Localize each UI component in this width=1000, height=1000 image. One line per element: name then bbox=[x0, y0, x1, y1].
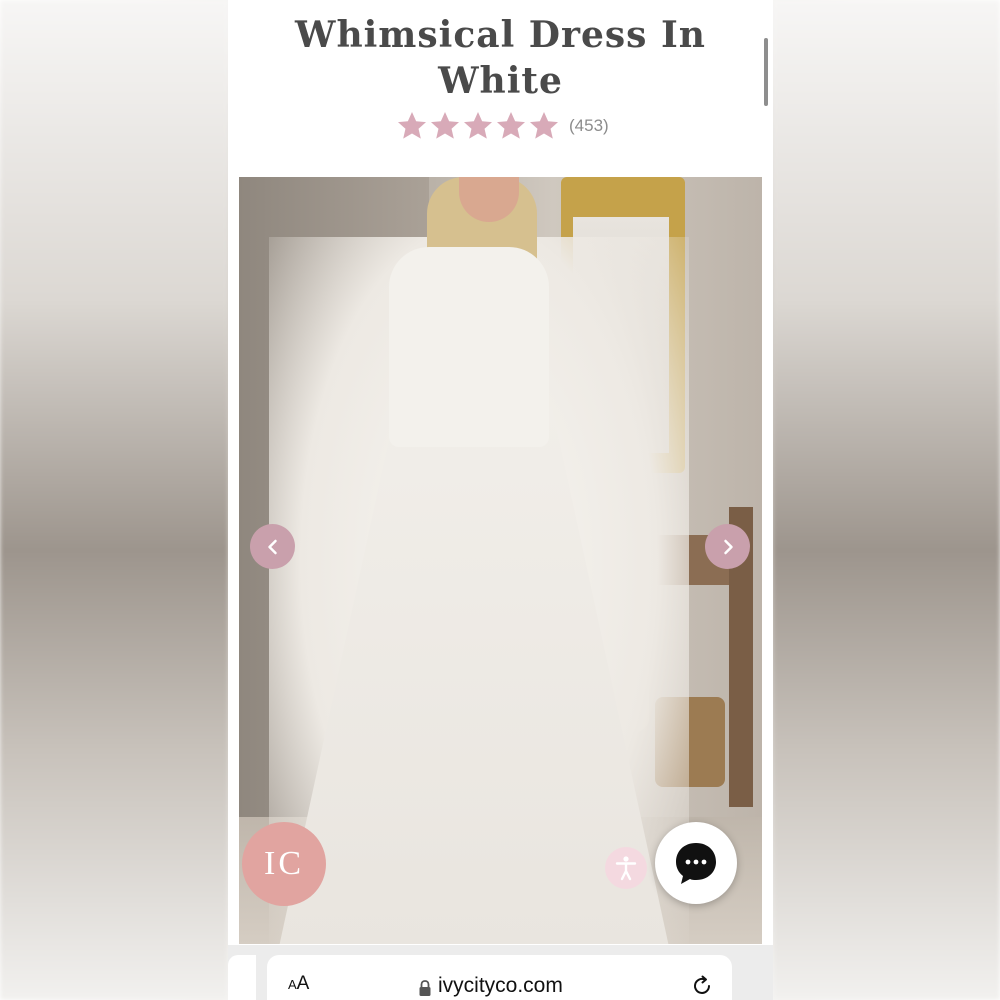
background-blur-left bbox=[0, 0, 228, 1000]
gallery-next-button[interactable] bbox=[705, 524, 750, 569]
reader-text-size-button[interactable]: AA bbox=[288, 973, 309, 995]
product-title-line2: White bbox=[438, 60, 563, 102]
product-rating[interactable]: (453) bbox=[396, 108, 609, 144]
chevron-left-icon bbox=[267, 539, 277, 554]
reload-icon[interactable] bbox=[690, 974, 714, 998]
review-count[interactable]: (453) bbox=[569, 116, 609, 136]
chevron-right-icon bbox=[723, 539, 733, 554]
star-icon bbox=[462, 110, 494, 142]
brand-logo-badge[interactable]: IC bbox=[242, 822, 326, 906]
aa-big-label: A bbox=[296, 973, 310, 994]
star-icon bbox=[528, 110, 560, 142]
accessibility-button[interactable] bbox=[605, 847, 647, 889]
previous-tab-edge[interactable] bbox=[228, 955, 256, 1000]
gallery-prev-button[interactable] bbox=[250, 524, 295, 569]
star-icon bbox=[396, 110, 428, 142]
url-text[interactable]: ivycityco.com bbox=[438, 974, 563, 998]
chat-bubble-icon bbox=[676, 843, 716, 884]
aa-small-label: A bbox=[288, 977, 297, 992]
chat-button[interactable] bbox=[655, 822, 737, 904]
star-icon bbox=[495, 110, 527, 142]
background-blur-right bbox=[773, 0, 1000, 1000]
page-scrollbar[interactable] bbox=[764, 38, 768, 106]
product-title-line1: Whimsical Dress In bbox=[295, 14, 706, 56]
product-title: Whimsical Dress In White bbox=[228, 12, 773, 104]
photo-dress-bodice bbox=[389, 247, 549, 447]
lock-icon bbox=[419, 980, 431, 996]
accessibility-icon bbox=[615, 856, 637, 881]
star-icon bbox=[429, 110, 461, 142]
